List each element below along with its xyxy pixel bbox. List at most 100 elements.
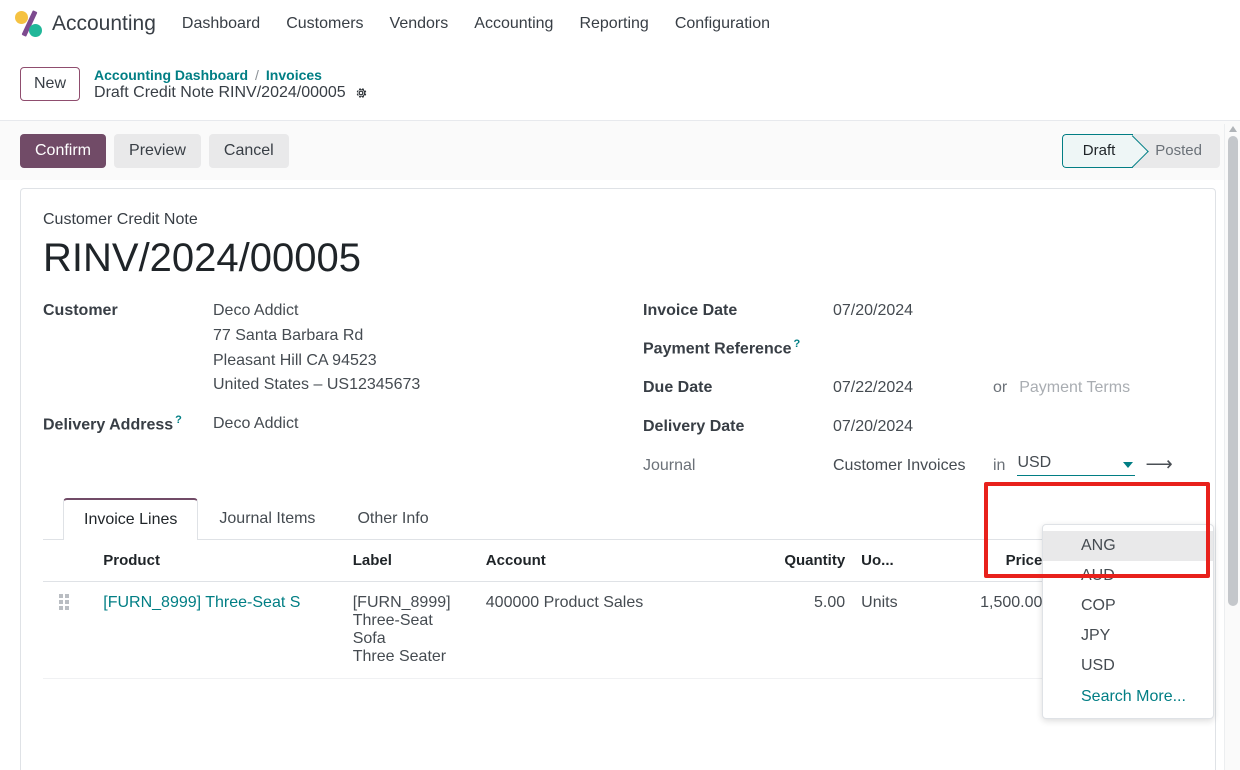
breadcrumb-bar: New Accounting Dashboard / Invoices Draf… [0, 48, 1240, 120]
currency-option-jpy[interactable]: JPY [1043, 621, 1213, 651]
invoice-lines-head: Product Label Account Quantity Uo... Pri… [43, 540, 1193, 582]
column-header-uom[interactable]: Uo... [853, 540, 941, 582]
currency-option-cop[interactable]: COP [1043, 591, 1213, 621]
currency-field [1017, 454, 1135, 476]
invoice-lines-table: Product Label Account Quantity Uo... Pri… [43, 540, 1193, 679]
form-columns: Customer Deco Addict 77 Santa Barbara Rd… [43, 299, 1193, 490]
currency-input[interactable] [1017, 454, 1135, 476]
arrow-right-icon[interactable]: ⟶ [1145, 455, 1172, 474]
app-name[interactable]: Accounting [52, 12, 156, 36]
document-kind: Customer Credit Note [43, 211, 1193, 229]
tab-other-info[interactable]: Other Info [336, 498, 449, 540]
column-header-account[interactable]: Account [478, 540, 751, 582]
scrollbar-thumb[interactable] [1228, 136, 1238, 606]
cell-label[interactable]: [FURN_8999] Three-Seat Sofa Three Seater [345, 582, 478, 679]
row-drag-cell [43, 582, 95, 679]
currency-search-more[interactable]: Search More... [1043, 681, 1213, 712]
field-journal-value[interactable]: Customer Invoices [833, 454, 993, 479]
field-delivery-date: Delivery Date 07/20/2024 [643, 415, 1193, 440]
field-due-date-value[interactable]: 07/22/2024 [833, 376, 993, 401]
scroll-up-arrow-icon[interactable] [1229, 126, 1237, 132]
currency-option-ang[interactable]: ANG [1043, 531, 1213, 561]
odoo-logo-icon[interactable] [14, 9, 44, 39]
column-header-product[interactable]: Product [95, 540, 344, 582]
nav-item-configuration[interactable]: Configuration [675, 15, 770, 33]
nav-item-dashboard[interactable]: Dashboard [182, 15, 260, 33]
breadcrumb: Accounting Dashboard / Invoices Draft Cr… [94, 67, 368, 102]
nav-item-accounting[interactable]: Accounting [474, 15, 553, 33]
breadcrumb-item-accounting-dashboard[interactable]: Accounting Dashboard [94, 67, 248, 83]
delivery-address-label-text: Delivery Address [43, 417, 173, 434]
form-column-right: Invoice Date 07/20/2024 Payment Referenc… [643, 299, 1193, 490]
or-separator: or [993, 376, 1007, 401]
preview-button[interactable]: Preview [114, 134, 201, 168]
nav-item-customers[interactable]: Customers [286, 15, 363, 33]
customer-country: United States – US12345673 [213, 373, 420, 398]
in-separator: in [993, 454, 1005, 479]
gear-icon[interactable] [354, 86, 368, 100]
notebook-tabs: Invoice Lines Journal Items Other Info [43, 498, 1193, 540]
form-sheet: Customer Credit Note RINV/2024/00005 Cus… [20, 188, 1216, 770]
cell-account[interactable]: 400000 Product Sales [478, 582, 751, 679]
help-icon-delivery-address[interactable]: ? [175, 414, 182, 426]
breadcrumb-item-invoices[interactable]: Invoices [266, 67, 322, 83]
field-customer-value[interactable]: Deco Addict 77 Santa Barbara Rd Pleasant… [213, 299, 420, 398]
form-sheet-body: Customer Credit Note RINV/2024/00005 Cus… [21, 189, 1215, 679]
notebook: Invoice Lines Journal Items Other Info P… [43, 498, 1193, 679]
cell-label-line1: [FURN_8999] [353, 594, 470, 612]
drag-handle-icon[interactable] [59, 594, 87, 610]
field-delivery-address-label: Delivery Address? [43, 412, 213, 438]
nav-item-reporting[interactable]: Reporting [579, 15, 648, 33]
cell-product[interactable]: [FURN_8999] Three-Seat S [95, 582, 344, 679]
column-header-price[interactable]: Price [941, 540, 1050, 582]
form-column-left: Customer Deco Addict 77 Santa Barbara Rd… [43, 299, 643, 490]
field-journal: Journal Customer Invoices in ⟶ [643, 454, 1193, 479]
field-payment-terms-placeholder[interactable]: Payment Terms [1019, 376, 1130, 401]
column-header-quantity[interactable]: Quantity [751, 540, 853, 582]
field-delivery-address-value[interactable]: Deco Addict [213, 412, 298, 437]
cell-uom[interactable]: Units [853, 582, 941, 679]
cancel-button[interactable]: Cancel [209, 134, 289, 168]
tab-journal-items[interactable]: Journal Items [198, 498, 336, 540]
top-navbar: Accounting Dashboard Customers Vendors A… [0, 0, 1240, 48]
new-button[interactable]: New [20, 67, 80, 101]
column-header-label[interactable]: Label [345, 540, 478, 582]
vertical-scrollbar[interactable] [1224, 124, 1240, 770]
page-title-row: Draft Credit Note RINV/2024/00005 [94, 84, 368, 102]
currency-option-aud[interactable]: AUD [1043, 561, 1213, 591]
invoice-lines-body: [FURN_8999] Three-Seat S [FURN_8999] Thr… [43, 582, 1193, 679]
action-bar: Confirm Preview Cancel Draft Posted [0, 120, 1240, 180]
field-due-date-label: Due Date [643, 376, 833, 401]
help-icon-payment-reference[interactable]: ? [794, 338, 801, 350]
nav-item-vendors[interactable]: Vendors [390, 15, 449, 33]
breadcrumb-separator: / [255, 67, 259, 83]
field-customer: Customer Deco Addict 77 Santa Barbara Rd… [43, 299, 643, 398]
cell-label-line2: Three-Seat [353, 612, 470, 630]
field-delivery-date-label: Delivery Date [643, 415, 833, 440]
currency-zone: ⟶ [1017, 454, 1172, 476]
field-invoice-date: Invoice Date 07/20/2024 [643, 299, 1193, 324]
cell-label-line3: Sofa [353, 630, 470, 648]
field-due-date: Due Date 07/22/2024 or Payment Terms [643, 376, 1193, 401]
field-invoice-date-value[interactable]: 07/20/2024 [833, 299, 993, 324]
chevron-down-icon[interactable] [1123, 462, 1133, 468]
cell-quantity[interactable]: 5.00 [751, 582, 853, 679]
cell-price[interactable]: 1,500.00 [941, 582, 1050, 679]
breadcrumb-links: Accounting Dashboard / Invoices [94, 67, 368, 83]
column-header-handle [43, 540, 95, 582]
currency-option-usd[interactable]: USD [1043, 651, 1213, 681]
customer-name: Deco Addict [213, 299, 420, 324]
payment-reference-label-text: Payment Reference [643, 340, 792, 357]
customer-street: 77 Santa Barbara Rd [213, 324, 420, 349]
status-bar: Draft Posted [1062, 134, 1220, 168]
document-number[interactable]: RINV/2024/00005 [43, 235, 1193, 281]
customer-city: Pleasant Hill CA 94523 [213, 349, 420, 374]
confirm-button[interactable]: Confirm [20, 134, 106, 168]
field-delivery-date-value[interactable]: 07/20/2024 [833, 415, 993, 440]
tab-invoice-lines[interactable]: Invoice Lines [63, 498, 198, 540]
status-step-draft[interactable]: Draft [1062, 134, 1134, 168]
field-payment-reference: Payment Reference? [643, 336, 1193, 362]
field-payment-reference-label: Payment Reference? [643, 336, 833, 362]
table-row[interactable]: [FURN_8999] Three-Seat S [FURN_8999] Thr… [43, 582, 1193, 679]
table-header-row: Product Label Account Quantity Uo... Pri… [43, 540, 1193, 582]
